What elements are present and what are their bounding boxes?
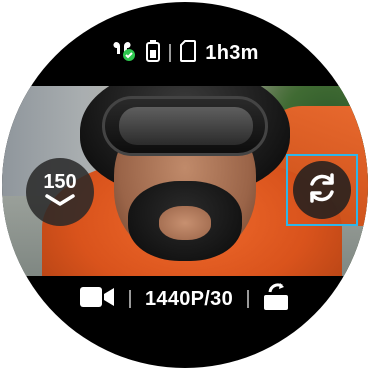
bottom-divider xyxy=(128,290,131,308)
screen-rotate-icon[interactable] xyxy=(263,282,291,316)
sd-card-icon xyxy=(180,39,197,67)
battery-icon xyxy=(146,39,161,67)
subject-mouth xyxy=(159,206,211,240)
watch-screen: 1h3m 150 1440P/30 xyxy=(2,2,368,368)
bottom-divider xyxy=(247,290,250,308)
zoom-button[interactable]: 150 xyxy=(26,158,94,226)
switch-camera-button[interactable] xyxy=(286,154,358,226)
earbuds-connected-icon xyxy=(111,39,137,68)
status-divider xyxy=(169,44,172,62)
switch-camera-icon xyxy=(304,170,340,211)
zoom-value: 150 xyxy=(43,170,77,193)
chevron-down-icon xyxy=(43,192,77,213)
subject-goggles xyxy=(102,96,268,156)
bottom-bar: 1440P/30 xyxy=(2,276,368,322)
video-camera-icon[interactable] xyxy=(79,284,115,315)
status-bar: 1h3m xyxy=(2,39,368,68)
resolution-label[interactable]: 1440P/30 xyxy=(145,288,233,311)
remaining-time: 1h3m xyxy=(205,41,259,64)
